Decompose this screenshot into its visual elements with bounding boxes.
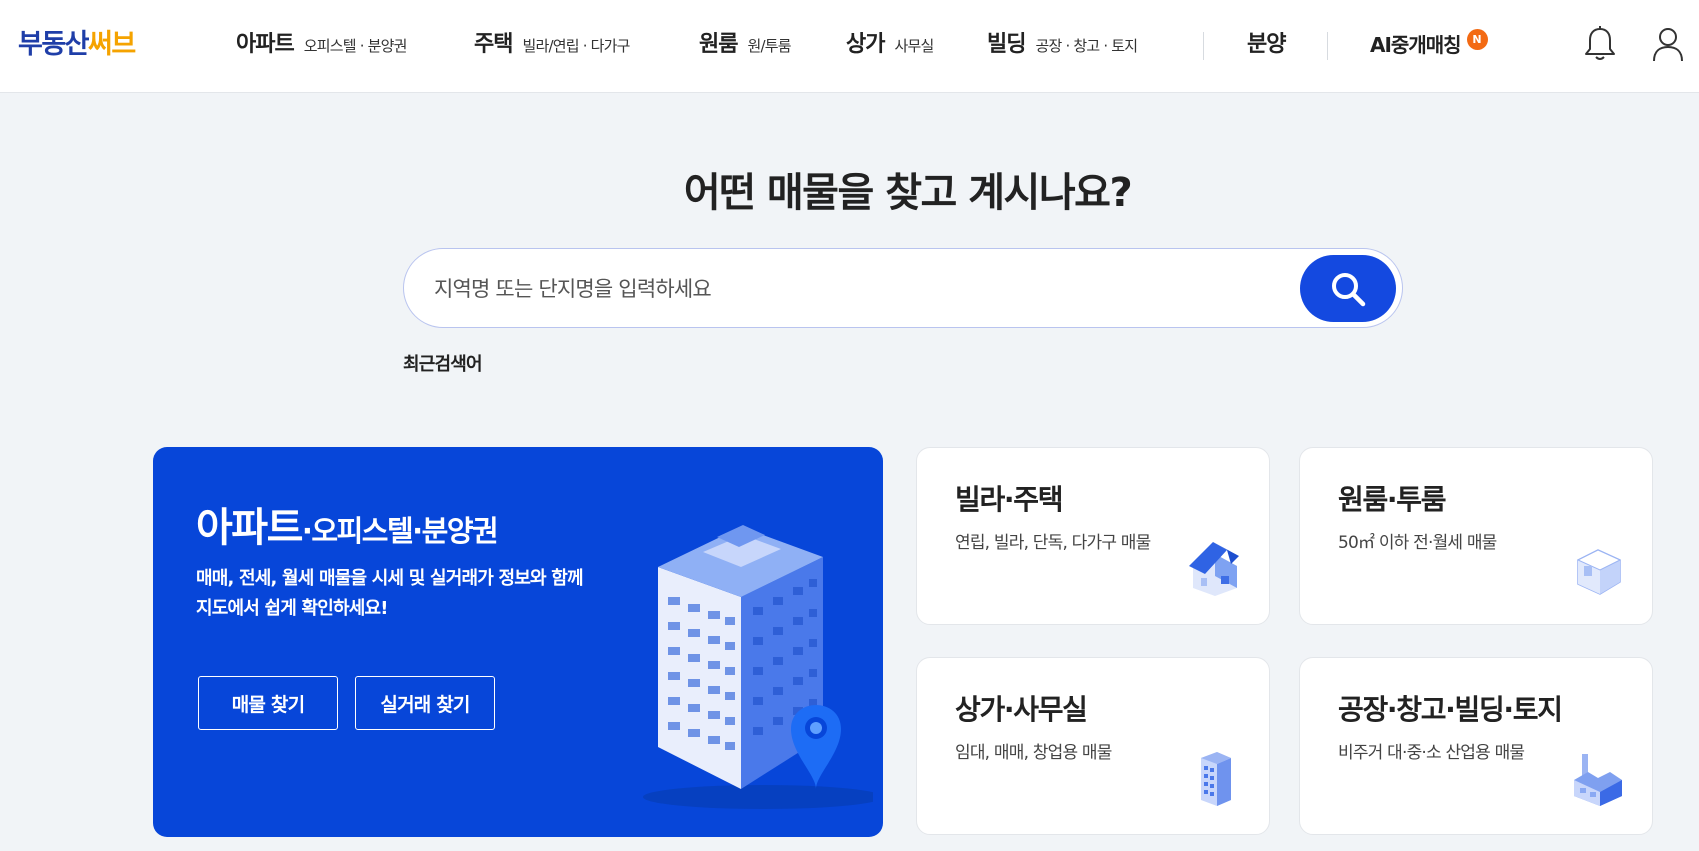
category-desc: 50㎡ 이하 전·월세 매물: [1338, 533, 1497, 553]
user-icon[interactable]: [1648, 24, 1688, 64]
nav-ai-matching-label: AI중개매칭: [1370, 33, 1462, 57]
logo-text-accent: 써브: [88, 29, 136, 60]
apartment-card: 아파트·오피스텔·분양권 매매, 전세, 월세 매물을 시세 및 실거래가 정보…: [153, 447, 883, 837]
nav-building[interactable]: 빌딩 공장 · 창고 · 토지: [987, 26, 1138, 65]
find-listing-button[interactable]: 매물 찾기: [198, 676, 338, 730]
nav-building-label: 빌딩: [987, 32, 1026, 57]
nav-house-sub: 빌라/연립 · 다가구: [522, 37, 630, 55]
nav-apartment[interactable]: 아파트 오피스텔 · 분양권: [236, 26, 407, 65]
new-badge: N: [1466, 28, 1488, 50]
nav-store-label: 상가: [846, 32, 885, 57]
nav-oneroom-sub: 원/투룸: [747, 37, 791, 55]
factory-icon: [1574, 754, 1622, 806]
nav-ai-matching[interactable]: AI중개매칭 N: [1370, 26, 1488, 64]
nav-apartment-label: 아파트: [236, 32, 295, 57]
category-card-store-office[interactable]: 상가·사무실 임대, 매매, 창업용 매물: [916, 657, 1270, 835]
site-logo[interactable]: 부동산써브: [18, 28, 136, 62]
find-transaction-button[interactable]: 실거래 찾기: [355, 676, 495, 730]
nav-house-label: 주택: [474, 32, 513, 57]
category-title: 빌라·주택: [955, 483, 1063, 516]
search-icon: [1332, 272, 1366, 306]
category-desc: 임대, 매매, 창업용 매물: [955, 743, 1112, 763]
apartment-building-illustration: [643, 525, 873, 809]
nav-store-sub: 사무실: [894, 37, 934, 55]
search-bar: [403, 248, 1403, 328]
search-input[interactable]: [434, 267, 1234, 311]
nav-store[interactable]: 상가 사무실: [846, 26, 934, 65]
bell-icon[interactable]: [1580, 24, 1620, 64]
nav-presale-label: 분양: [1247, 32, 1286, 57]
recent-searches-label: 최근검색어: [403, 354, 483, 375]
category-desc: 비주거 대·중·소 산업용 매물: [1338, 743, 1525, 763]
category-desc: 연립, 빌라, 단독, 다가구 매물: [955, 533, 1151, 553]
category-title: 상가·사무실: [955, 693, 1088, 726]
nav-presale[interactable]: 분양: [1247, 26, 1286, 64]
nav-divider: [1203, 32, 1204, 60]
hero-title: 어떤 매물을 찾고 계시나요?: [683, 170, 1133, 216]
apartment-card-desc: 매매, 전세, 월세 매물을 시세 및 실거래가 정보와 함께 지도에서 쉽게 …: [196, 568, 584, 619]
search-button[interactable]: [1300, 255, 1396, 322]
nav-building-sub: 공장 · 창고 · 토지: [1035, 37, 1138, 55]
room-icon: [1576, 549, 1622, 595]
category-title: 원룸·투룸: [1338, 483, 1446, 516]
nav-oneroom-label: 원룸: [699, 32, 738, 57]
nav-house[interactable]: 주택 빌라/연립 · 다가구: [474, 26, 630, 65]
category-card-villa[interactable]: 빌라·주택 연립, 빌라, 단독, 다가구 매물: [916, 447, 1270, 625]
category-card-factory-land[interactable]: 공장·창고·빌딩·토지 비주거 대·중·소 산업용 매물: [1299, 657, 1653, 835]
house-icon: [1189, 542, 1239, 596]
nav-apartment-sub: 오피스텔 · 분양권: [303, 37, 408, 55]
category-card-oneroom[interactable]: 원룸·투룸 50㎡ 이하 전·월세 매물: [1299, 447, 1653, 625]
category-title: 공장·창고·빌딩·토지: [1338, 693, 1563, 726]
apartment-card-title: 아파트·오피스텔·분양권: [196, 505, 499, 551]
site-header: 부동산써브 아파트 오피스텔 · 분양권 주택 빌라/연립 · 다가구 원룸 원…: [0, 0, 1699, 93]
nav-oneroom[interactable]: 원룸 원/투룸: [699, 26, 792, 65]
logo-text-main: 부동산: [18, 29, 90, 60]
nav-divider: [1327, 32, 1328, 60]
office-building-icon: [1201, 752, 1231, 806]
